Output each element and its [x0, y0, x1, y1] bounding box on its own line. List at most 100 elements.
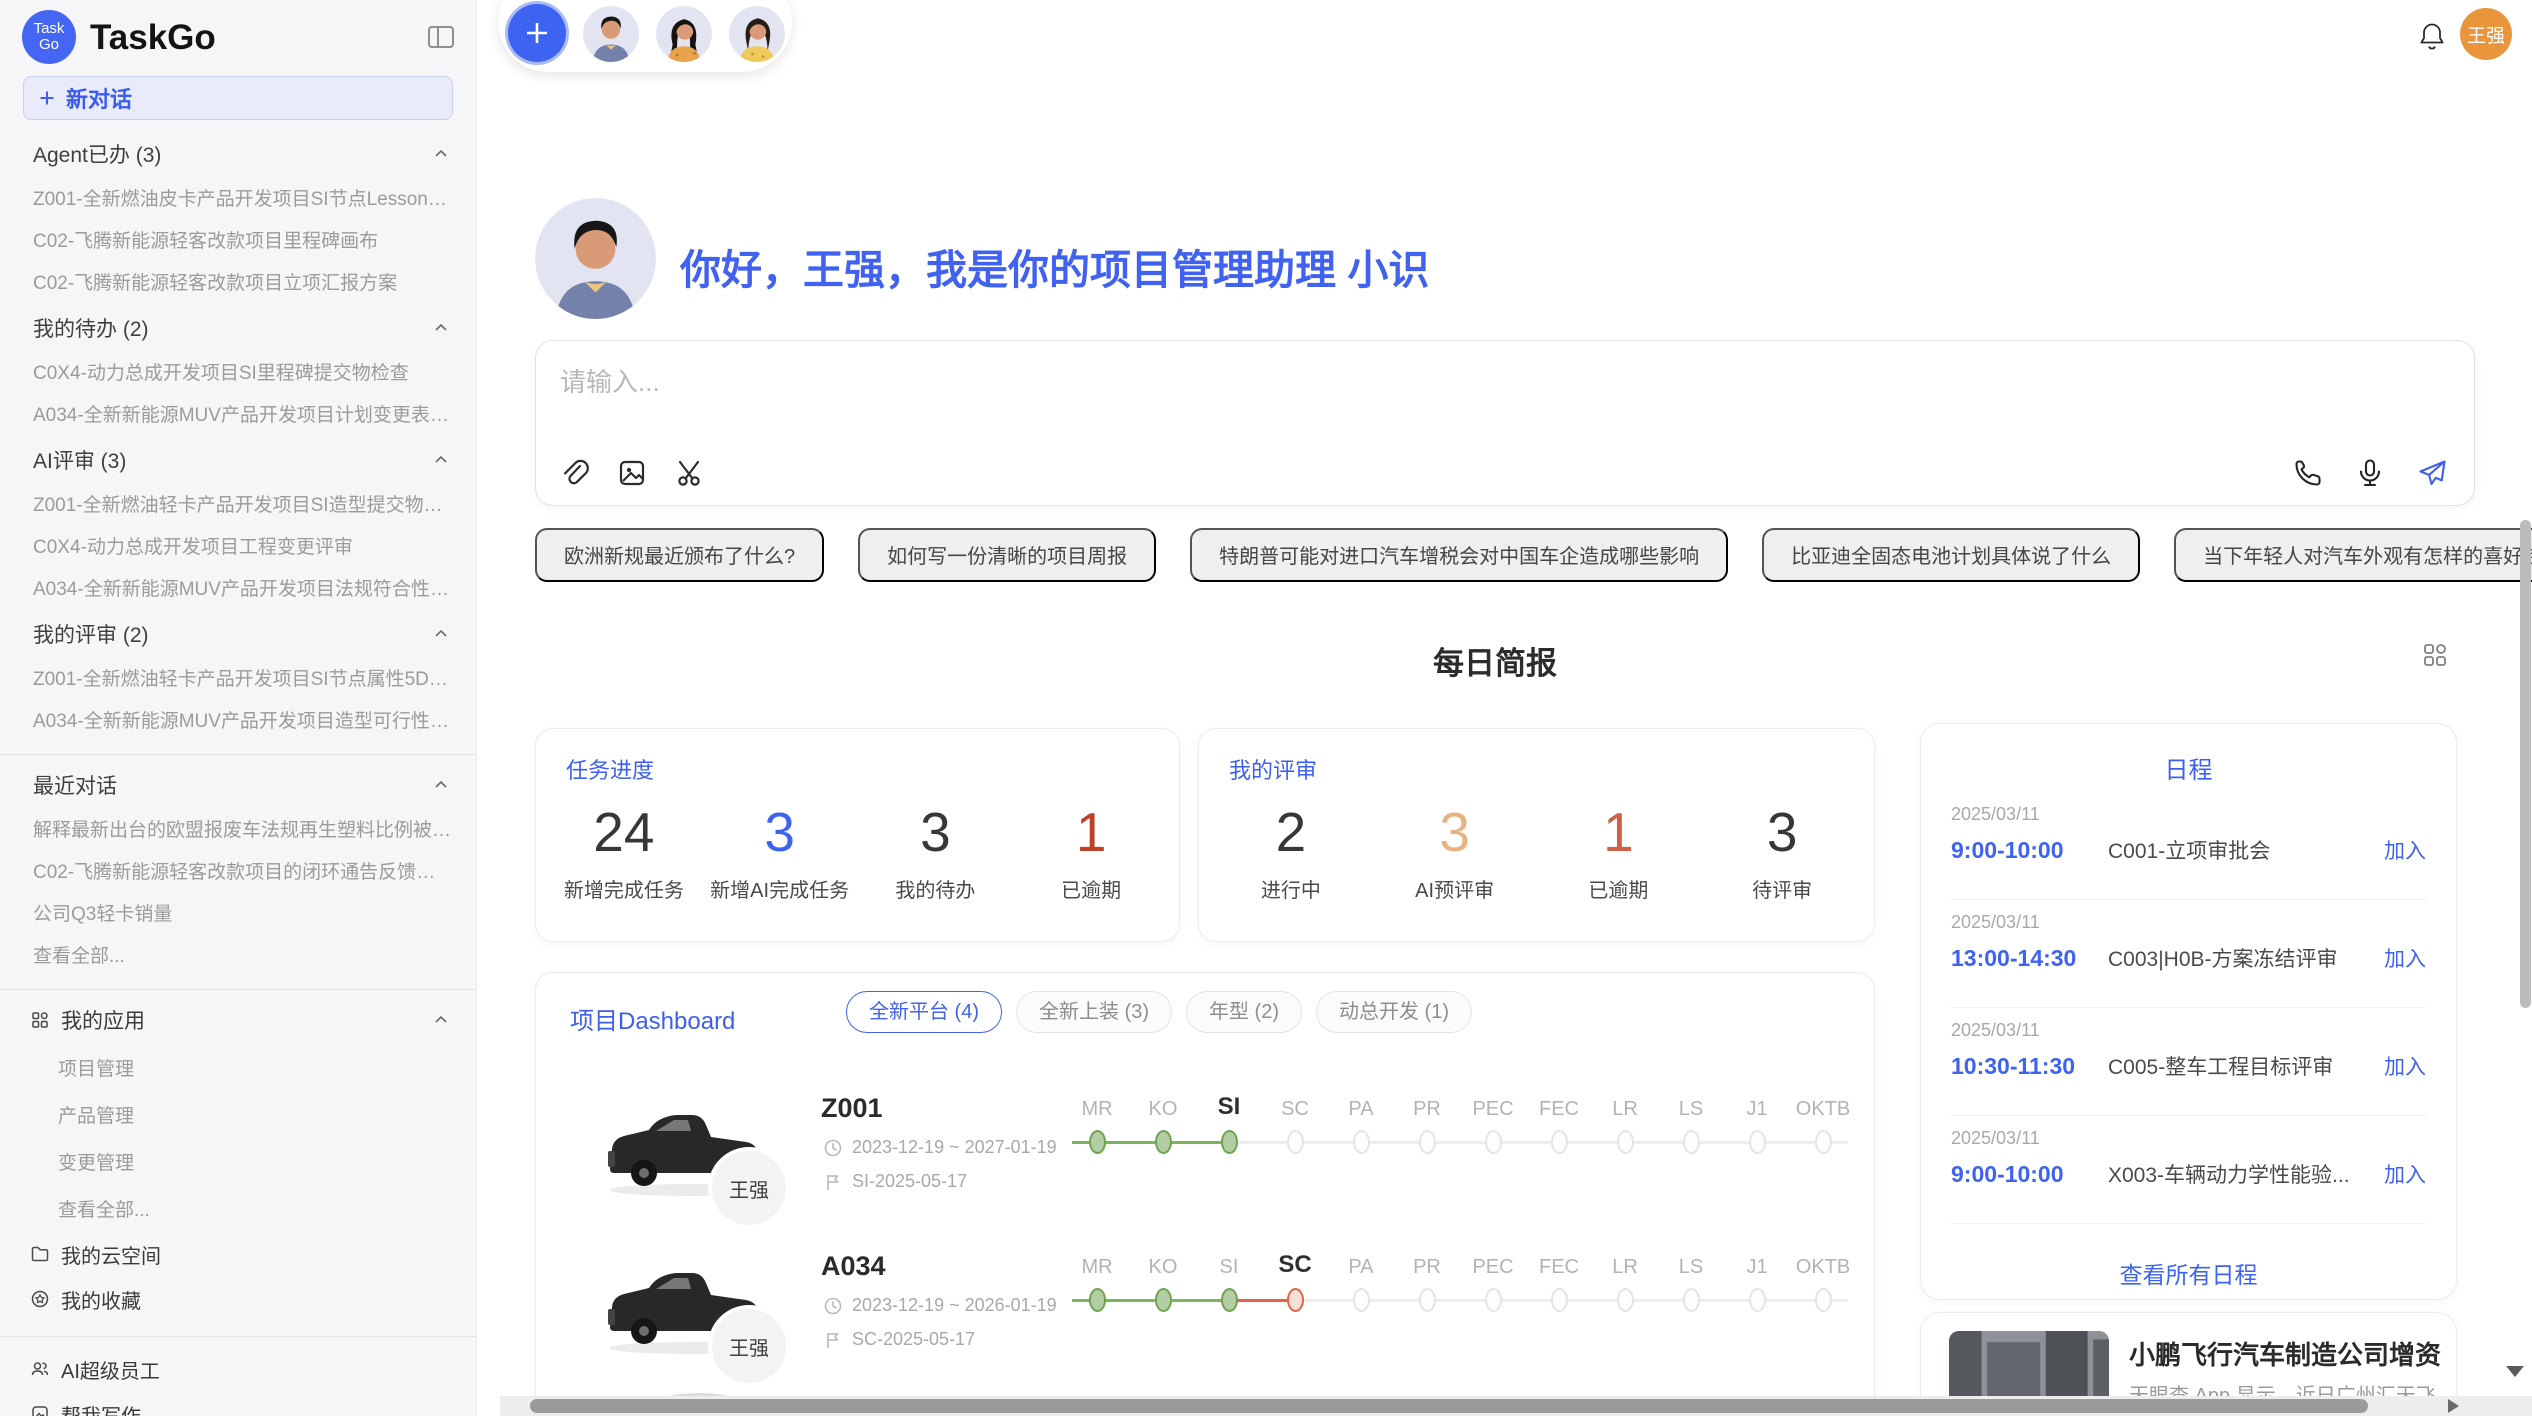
sidebar-collapse-icon[interactable] [426, 22, 456, 52]
stat: 2 进行中 [1209, 795, 1373, 903]
image-icon[interactable] [616, 457, 648, 489]
dashboard-tabs: 全新平台 (4) 全新上装 (3) 年型 (2) 动总开发 (1) [846, 991, 1472, 1033]
message-input[interactable] [558, 359, 2058, 405]
stat: 24 新增完成任务 [546, 795, 702, 903]
chevron-up-icon [432, 776, 450, 794]
dashboard-tab[interactable]: 年型 (2) [1186, 991, 1302, 1033]
milestone-label: SI [1196, 1093, 1262, 1121]
composer-actions [2292, 457, 2448, 489]
my-apps-header[interactable]: 我的应用 [30, 1006, 450, 1034]
sidebar-task-item[interactable]: Z001-全新燃油皮卡产品开发项目SI节点Lesson Learn报告 [33, 189, 452, 210]
schedule-date: 2025/03/11 [1951, 1020, 2426, 1041]
phone-call-icon[interactable] [2292, 457, 2324, 489]
scroll-right-arrow[interactable] [2448, 1399, 2459, 1413]
suggestion-chips: 欧洲新规最近颁布了什么? 如何写一份清晰的项目周报特朗普可能对进口汽车增税会对中国… [535, 528, 2532, 582]
recent-chat-item[interactable]: 查看全部... [33, 946, 452, 967]
sidebar-task-item[interactable]: C02-飞腾新能源轻客改款项目里程碑画布 [33, 231, 452, 252]
chevron-up-icon [432, 145, 450, 163]
stat: 3 新增AI完成任务 [702, 795, 858, 903]
sidebar-section-header-0[interactable]: Agent已办 (3) [33, 140, 450, 168]
my-app-item[interactable]: 变更管理 [58, 1148, 452, 1175]
send-icon[interactable] [2416, 457, 2448, 489]
sidebar-task-item[interactable]: A034-全新新能源MUV产品开发项目计划变更表编写 [33, 405, 452, 426]
task-progress-card: 任务进度 24 新增完成任务 3 新增AI完成任务 3 我的待办 1 已逾期 [535, 728, 1180, 942]
sidebar-item-cloud-space[interactable]: 我的云空间 [30, 1241, 450, 1267]
sidebar-task-item[interactable]: C02-飞腾新能源轻客改款项目立项汇报方案 [33, 273, 452, 294]
sidebar-task-item[interactable]: C0X4-动力总成开发项目SI里程碑提交物检查 [33, 363, 452, 384]
milestone-label: LR [1592, 1256, 1658, 1279]
suggestion-chip[interactable]: 当下年轻人对汽车外观有怎样的喜好趋势 [2174, 528, 2532, 582]
schedule-join-link[interactable]: 加入 [2384, 1159, 2426, 1189]
recent-chat-item[interactable]: 公司Q3轻卡销量 [33, 904, 452, 925]
schedule-join-link[interactable]: 加入 [2384, 1051, 2426, 1081]
app-logo-line2: Go [39, 37, 59, 53]
schedule-join-link[interactable]: 加入 [2384, 943, 2426, 973]
stat: 3 我的待办 [858, 795, 1014, 903]
suggestion-chip[interactable]: 比亚迪全固态电池计划具体说了什么 [1762, 528, 2140, 582]
sidebar-section-header-2[interactable]: AI评审 (3) [33, 446, 450, 474]
layout-grid-icon[interactable] [2420, 640, 2450, 670]
sidebar-item-help-write[interactable]: 帮我写作 [30, 1401, 450, 1416]
stat-label: 新增完成任务 [546, 874, 702, 903]
agent-switcher [498, 0, 792, 72]
milestone-track: MRKOSISCPAPRPECFECLRLSJ1OKTB [1064, 1087, 1856, 1157]
milestone-dot [1551, 1130, 1568, 1154]
dashboard-tab[interactable]: 全新平台 (4) [846, 991, 1002, 1033]
vertical-scrollbar[interactable] [2520, 520, 2531, 1008]
agent-avatar-1[interactable] [583, 6, 639, 62]
my-app-item[interactable]: 项目管理 [58, 1054, 452, 1081]
sidebar-task-item[interactable]: Z001-全新燃油轻卡产品开发项目SI造型提交物评审 [33, 495, 452, 516]
schedule-time: 13:00-14:30 [1951, 945, 2106, 972]
agent-avatar-3[interactable] [729, 6, 785, 62]
sidebar-task-item[interactable]: A034-全新新能源MUV产品开发项目法规符合性评审 [33, 579, 452, 600]
stat-value: 1 [1013, 795, 1169, 869]
recent-chats-list: 解释最新出台的欧盟报废车法规再生塑料比例被调至15%... C02-飞腾新能源轻客… [0, 820, 476, 967]
stat-label: AI预评审 [1373, 874, 1537, 903]
sidebar-section-title: AI评审 (3) [33, 445, 126, 475]
dashboard-tab[interactable]: 全新上装 (3) [1016, 991, 1172, 1033]
recent-chat-item[interactable]: C02-飞腾新能源轻客改款项目的闭环通告反馈情况 [33, 862, 452, 883]
horizontal-scrollbar-thumb[interactable] [530, 1399, 2368, 1413]
sidebar-task-item[interactable]: A034-全新新能源MUV产品开发项目造型可行性评审 [33, 711, 452, 732]
milestone-label: FEC [1526, 1098, 1592, 1121]
user-avatar[interactable]: 王强 [2460, 8, 2512, 60]
task-progress-title: 任务进度 [566, 753, 654, 785]
paperclip-icon[interactable] [558, 457, 590, 489]
sidebar-item-ai-employee[interactable]: AI超级员工 [30, 1356, 450, 1382]
microphone-icon[interactable] [2354, 457, 2386, 489]
suggestion-chip[interactable]: 特朗普可能对进口汽车增税会对中国车企造成哪些影响 [1190, 528, 1728, 582]
sidebar-section-header-1[interactable]: 我的待办 (2) [33, 314, 450, 342]
ai-employee-label: AI超级员工 [61, 1355, 160, 1384]
view-all-schedule-link[interactable]: 查看所有日程 [1921, 1256, 2456, 1290]
my-app-item[interactable]: 查看全部... [58, 1195, 452, 1222]
scroll-down-arrow[interactable] [2506, 1366, 2524, 1377]
my-app-item[interactable]: 产品管理 [58, 1101, 452, 1128]
assistant-avatar [535, 198, 656, 319]
agent-avatar-2[interactable] [656, 6, 712, 62]
sidebar-task-item[interactable]: C0X4-动力总成开发项目工程变更评审 [33, 537, 452, 558]
sidebar-task-item[interactable]: Z001-全新燃油轻卡产品开发项目SI节点属性5D文件评审 [33, 669, 452, 690]
project-row[interactable]: 王强 A034 2023-12-19 ~ 2026-01-19 SC-2025-… [536, 1243, 1874, 1395]
milestone-label: SI [1196, 1256, 1262, 1279]
my-review-stats: 2 进行中 3 AI预评审 1 已逾期 3 待评审 [1209, 795, 1864, 903]
project-milestone-flag: SC-2025-05-17 [823, 1329, 975, 1350]
schedule-time: 9:00-10:00 [1951, 1161, 2106, 1188]
scissors-icon[interactable] [674, 457, 706, 489]
project-owner-name: 王强 [729, 1332, 769, 1361]
milestone-dot [1353, 1288, 1370, 1312]
recent-chat-item[interactable]: 解释最新出台的欧盟报废车法规再生塑料比例被调至15%... [33, 820, 452, 841]
plus-icon [37, 88, 57, 108]
suggestion-chip[interactable]: 欧洲新规最近颁布了什么? [535, 528, 824, 582]
project-row[interactable]: 王强 Z001 2023-12-19 ~ 2027-01-19 SI-2025-… [536, 1085, 1874, 1237]
suggestion-chip[interactable]: 如何写一份清晰的项目周报 [858, 528, 1156, 582]
recent-chats-header[interactable]: 最近对话 [33, 771, 450, 799]
new-chat-button[interactable]: 新对话 [23, 76, 453, 120]
schedule-join-link[interactable]: 加入 [2384, 835, 2426, 865]
notifications-bell-icon[interactable] [2416, 20, 2448, 52]
schedule-name: C003|H0B-方案冻结评审 [2106, 943, 2384, 973]
sidebar-item-favorites[interactable]: 我的收藏 [30, 1286, 450, 1312]
dashboard-tab[interactable]: 动总开发 (1) [1316, 991, 1472, 1033]
add-agent-button[interactable] [508, 4, 566, 62]
apps-grid-icon [30, 1010, 50, 1030]
sidebar-section-header-3[interactable]: 我的评审 (2) [33, 620, 450, 648]
